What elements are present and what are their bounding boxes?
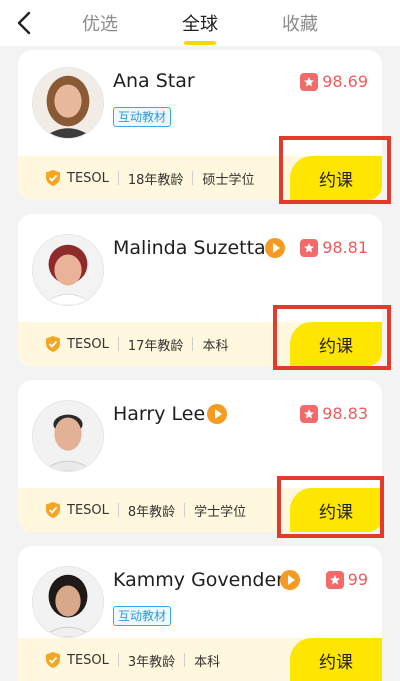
degree: 学士学位 <box>194 504 247 520</box>
avatar <box>32 234 104 306</box>
teaching-years: 17年教龄 <box>127 338 184 354</box>
video-play-icon[interactable] <box>265 238 285 258</box>
star-badge-icon <box>300 238 319 257</box>
book-class-button[interactable]: 约课 <box>290 488 382 532</box>
teaching-years: 3年教龄 <box>127 654 176 670</box>
avatar <box>32 67 104 139</box>
back-button[interactable] <box>8 6 40 40</box>
teacher-score: 98.83 <box>300 404 368 423</box>
book-class-button[interactable]: 约课 <box>290 156 382 200</box>
active-tab-indicator <box>184 41 216 45</box>
shield-check-icon <box>46 502 60 518</box>
star-badge-icon <box>300 404 319 423</box>
divider <box>192 337 194 351</box>
book-class-button[interactable]: 约课 <box>290 638 382 681</box>
teacher-card[interactable]: Harry Lee 98.83 TESOL 8年教龄 学士学位 约课 <box>18 380 382 532</box>
teacher-score: 98.69 <box>300 72 368 91</box>
divider <box>192 171 194 185</box>
divider <box>117 171 119 185</box>
teacher-card[interactable]: Malinda Suzetta 98.81 TESOL 17年教龄 本科 约课 <box>18 214 382 366</box>
chevron-left-icon <box>17 11 31 35</box>
divider <box>117 503 119 517</box>
avatar <box>32 566 104 638</box>
teaching-years: 18年教龄 <box>127 172 184 188</box>
degree: 本科 <box>202 338 229 354</box>
score-value: 99 <box>347 570 368 589</box>
teacher-card[interactable]: Kammy Govender 99 互动教材 TESOL 3年教龄 本科 约课 <box>18 546 382 681</box>
divider <box>117 653 119 667</box>
top-nav-bar: 优选 全球 收藏 <box>0 0 400 46</box>
tab-preferred[interactable]: 优选 <box>78 10 122 36</box>
teacher-name: Kammy Govender <box>113 569 284 591</box>
score-value: 98.69 <box>322 72 368 91</box>
teacher-name: Ana Star <box>113 70 195 92</box>
tab-favorites[interactable]: 收藏 <box>278 10 322 36</box>
interactive-material-tag: 互动教材 <box>113 107 172 127</box>
certificate: TESOL <box>67 502 109 518</box>
shield-check-icon <box>46 336 60 352</box>
score-value: 98.81 <box>322 238 368 257</box>
video-play-icon[interactable] <box>280 570 300 590</box>
star-badge-icon <box>325 570 344 589</box>
teacher-name: Harry Lee <box>113 403 206 425</box>
teacher-card[interactable]: Ana Star 98.69 互动教材 TESOL 18年教龄 硕士学位 约课 <box>18 50 382 200</box>
divider <box>184 503 186 517</box>
tab-global[interactable]: 全球 <box>178 10 222 36</box>
video-play-icon[interactable] <box>207 404 227 424</box>
teacher-name: Malinda Suzetta <box>113 237 266 259</box>
score-value: 98.83 <box>322 404 368 423</box>
book-class-button[interactable]: 约课 <box>290 322 382 366</box>
divider <box>117 337 119 351</box>
degree: 本科 <box>194 654 221 670</box>
shield-check-icon <box>46 652 60 668</box>
degree: 硕士学位 <box>202 172 255 188</box>
teaching-years: 8年教龄 <box>127 504 176 520</box>
shield-check-icon <box>46 170 60 186</box>
divider <box>184 653 186 667</box>
certificate: TESOL <box>67 652 109 668</box>
certificate: TESOL <box>67 170 109 186</box>
teacher-score: 99 <box>325 570 368 589</box>
avatar <box>32 400 104 472</box>
teacher-score: 98.81 <box>300 238 368 257</box>
star-badge-icon <box>300 72 319 91</box>
interactive-material-tag: 互动教材 <box>113 606 172 626</box>
certificate: TESOL <box>67 336 109 352</box>
